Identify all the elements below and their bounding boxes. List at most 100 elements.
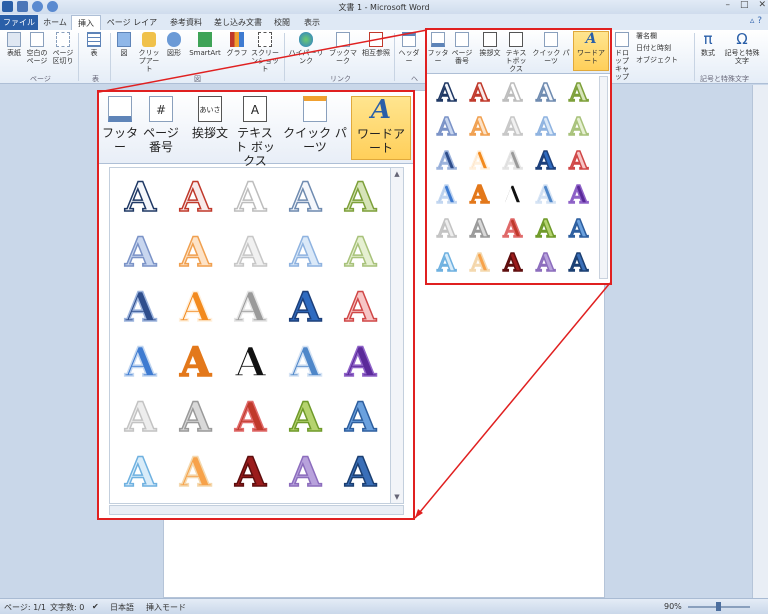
tab-home[interactable]: ホーム [40,15,70,30]
wordart-style-19[interactable]: A [529,178,562,212]
wordart-button[interactable]: A ワードアート [351,96,411,160]
wordart-style-9[interactable]: A [529,110,562,144]
wordart-style-8[interactable]: A [223,225,278,280]
hyperlink-button[interactable]: ハイパーリンク [287,32,325,65]
wordart-style-25[interactable]: A [333,390,388,445]
wordart-style-29[interactable]: A [278,445,333,500]
vertical-scrollbar[interactable] [752,85,768,598]
gallery-scrollbar[interactable]: ▲ ▼ [390,167,404,504]
wordart-style-20[interactable]: A [333,335,388,390]
status-zoom[interactable]: 90% [664,602,682,611]
chart-button[interactable]: グラフ [226,32,248,57]
wordart-style-17[interactable]: A [168,335,223,390]
wordart-style-12[interactable]: A [463,144,496,178]
date-time-button[interactable]: 日付と時刻 [636,44,690,52]
wordart-style-17[interactable]: A [463,178,496,212]
wordart-style-25[interactable]: A [562,212,595,246]
status-mode[interactable]: 挿入モード [146,602,186,613]
wordart-style-26[interactable]: A [430,246,463,280]
help-icon[interactable]: ▵ ? [750,16,762,26]
wordart-style-24[interactable]: A [529,212,562,246]
wordart-style-18[interactable]: A [496,178,529,212]
wordart-style-26[interactable]: A [113,445,168,500]
header-button[interactable]: ヘッダー [397,32,421,65]
cs-page-number-button[interactable]: ページ番号 [451,32,473,65]
cs-greeting-button[interactable]: 挨拶文 [479,32,501,57]
wordart-style-28[interactable]: A [223,445,278,500]
wordart-style-1[interactable]: A [430,76,463,110]
wordart-style-14[interactable]: A [529,144,562,178]
wordart-style-8[interactable]: A [496,110,529,144]
wordart-style-7[interactable]: A [168,225,223,280]
cs-wordart-button[interactable]: A ワードアート [573,31,609,71]
bookmark-button[interactable]: ブックマーク [327,32,359,65]
wordart-style-19[interactable]: A [278,335,333,390]
wordart-style-28[interactable]: A [496,246,529,280]
wordart-style-4[interactable]: A [278,170,333,225]
wordart-style-14[interactable]: A [278,280,333,335]
wordart-style-22[interactable]: A [168,390,223,445]
tab-view[interactable]: 表示 [300,15,324,30]
wordart-style-24[interactable]: A [278,390,333,445]
wordart-style-22[interactable]: A [463,212,496,246]
signature-line-button[interactable]: 署名欄 [636,32,690,40]
page-break-button[interactable]: ページ区切り [52,32,74,65]
wordart-style-23[interactable]: A [496,212,529,246]
tab-mailings[interactable]: 差し込み文書 [212,15,264,30]
minimize-icon[interactable]: – [725,0,730,10]
cross-reference-button[interactable]: 相互参照 [361,32,391,57]
gallery-scrollbar-small[interactable] [599,76,608,279]
wordart-style-16[interactable]: A [430,178,463,212]
clip-art-button[interactable]: クリップアート [137,32,161,73]
wordart-style-29[interactable]: A [529,246,562,280]
wordart-style-16[interactable]: A [113,335,168,390]
wordart-style-5[interactable]: A [562,76,595,110]
wordart-style-13[interactable]: A [496,144,529,178]
cs-textbox-button[interactable]: テキストボックス [503,32,529,73]
scroll-up-icon[interactable]: ▲ [392,169,402,179]
wordart-style-3[interactable]: A [223,170,278,225]
equation-button[interactable]: π 数式 [697,32,719,58]
cs-quick-parts-button[interactable]: クイック パーツ [531,32,571,65]
wordart-style-21[interactable]: A [113,390,168,445]
wordart-style-6[interactable]: A [430,110,463,144]
textbox-button[interactable]: A テキスト ボックス [233,96,277,168]
smartart-button[interactable]: SmartArt [188,32,222,57]
blank-page-button[interactable]: 空白のページ [26,32,48,65]
wordart-style-2[interactable]: A [168,170,223,225]
wordart-style-30[interactable]: A [333,445,388,500]
gallery-resize-handle[interactable] [109,505,404,515]
spell-check-icon[interactable]: ✔ [92,602,99,611]
wordart-style-27[interactable]: A [463,246,496,280]
table-button[interactable]: 表 [84,32,104,57]
wordart-style-9[interactable]: A [278,225,333,280]
object-button[interactable]: オブジェクト [636,56,690,64]
wordart-style-7[interactable]: A [463,110,496,144]
wordart-style-21[interactable]: A [430,212,463,246]
status-word-count[interactable]: 文字数: 0 [50,602,84,613]
wordart-style-12[interactable]: A [168,280,223,335]
wordart-style-15[interactable]: A [562,144,595,178]
tab-file[interactable]: ファイル [0,15,38,30]
wordart-style-4[interactable]: A [529,76,562,110]
maximize-icon[interactable]: □ [740,0,749,10]
wordart-style-6[interactable]: A [113,225,168,280]
scroll-down-icon[interactable]: ▼ [392,492,402,502]
wordart-style-27[interactable]: A [168,445,223,500]
wordart-style-30[interactable]: A [562,246,595,280]
cover-page-button[interactable]: 表紙 [4,32,24,57]
tab-page-layout[interactable]: ページ レイアウト [104,15,160,42]
screenshot-button[interactable]: スクリーンショット [250,32,280,73]
shapes-button[interactable]: 図形 [164,32,184,57]
status-language[interactable]: 日本語 [110,602,134,613]
cs-footer-button[interactable]: フッター [427,32,449,65]
wordart-style-20[interactable]: A [562,178,595,212]
page-number-button[interactable]: # ページ番号 [143,96,179,154]
drop-cap-button[interactable]: ドロップキャップ [612,32,632,81]
status-page[interactable]: ページ: 1/1 [4,602,46,613]
picture-button[interactable]: 図 [115,32,133,57]
close-icon[interactable]: ✕ [758,0,766,10]
wordart-style-10[interactable]: A [333,225,388,280]
wordart-style-2[interactable]: A [463,76,496,110]
wordart-style-1[interactable]: A [113,170,168,225]
